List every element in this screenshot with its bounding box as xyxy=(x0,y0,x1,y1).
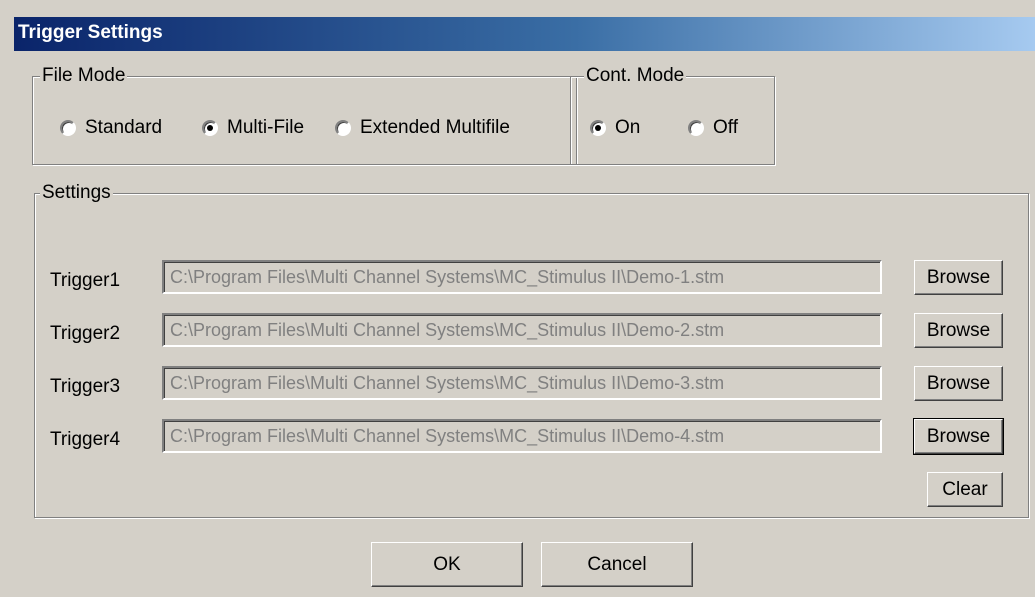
cont-mode-label: Cont. Mode xyxy=(584,65,687,87)
radio-on-circle[interactable] xyxy=(590,120,606,136)
radio-multi-file-label: Multi-File xyxy=(227,117,305,138)
radio-off-circle[interactable] xyxy=(688,120,704,136)
trigger1-label: Trigger1 xyxy=(50,270,121,291)
radio-extended-multifile[interactable]: Extended Multifile xyxy=(335,117,510,139)
trigger3-path-field[interactable]: C:\Program Files\Multi Channel Systems\M… xyxy=(162,366,882,400)
trigger3-label: Trigger3 xyxy=(50,376,121,397)
radio-off-label: Off xyxy=(713,117,738,138)
radio-standard[interactable]: Standard xyxy=(60,117,162,139)
trigger4-label: Trigger4 xyxy=(50,429,121,450)
trigger4-browse-button[interactable]: Browse xyxy=(913,418,1004,455)
radio-off[interactable]: Off xyxy=(688,117,738,139)
window-title: Trigger Settings xyxy=(18,22,163,43)
file-mode-label: File Mode xyxy=(40,65,128,87)
trigger2-browse-button[interactable]: Browse xyxy=(914,313,1003,348)
file-mode-group: File Mode Standard Multi-File Extended M… xyxy=(32,65,577,165)
radio-standard-circle[interactable] xyxy=(60,120,76,136)
trigger2-path-field[interactable]: C:\Program Files\Multi Channel Systems\M… xyxy=(162,313,882,347)
settings-group: Settings Trigger1 C:\Program Files\Multi… xyxy=(34,182,1029,518)
ok-button[interactable]: OK xyxy=(371,542,523,587)
title-bar[interactable]: Trigger Settings xyxy=(14,17,1035,51)
radio-standard-label: Standard xyxy=(85,117,163,138)
trigger4-path-field[interactable]: C:\Program Files\Multi Channel Systems\M… xyxy=(162,419,882,453)
clear-button[interactable]: Clear xyxy=(927,472,1003,507)
trigger1-browse-button[interactable]: Browse xyxy=(914,260,1003,295)
radio-on-label: On xyxy=(615,117,641,138)
dialog-body: File Mode Standard Multi-File Extended M… xyxy=(14,51,1035,597)
cancel-button[interactable]: Cancel xyxy=(541,542,693,587)
trigger1-path-field[interactable]: C:\Program Files\Multi Channel Systems\M… xyxy=(162,260,882,294)
radio-on[interactable]: On xyxy=(590,117,640,139)
settings-label: Settings xyxy=(40,182,113,204)
cont-mode-group: Cont. Mode On Off xyxy=(570,65,775,165)
radio-multi-file[interactable]: Multi-File xyxy=(202,117,304,139)
trigger3-browse-button[interactable]: Browse xyxy=(914,366,1003,401)
radio-extended-multifile-label: Extended Multifile xyxy=(360,117,510,138)
radio-multi-file-circle[interactable] xyxy=(202,120,218,136)
trigger2-label: Trigger2 xyxy=(50,323,121,344)
radio-extended-multifile-circle[interactable] xyxy=(335,120,351,136)
